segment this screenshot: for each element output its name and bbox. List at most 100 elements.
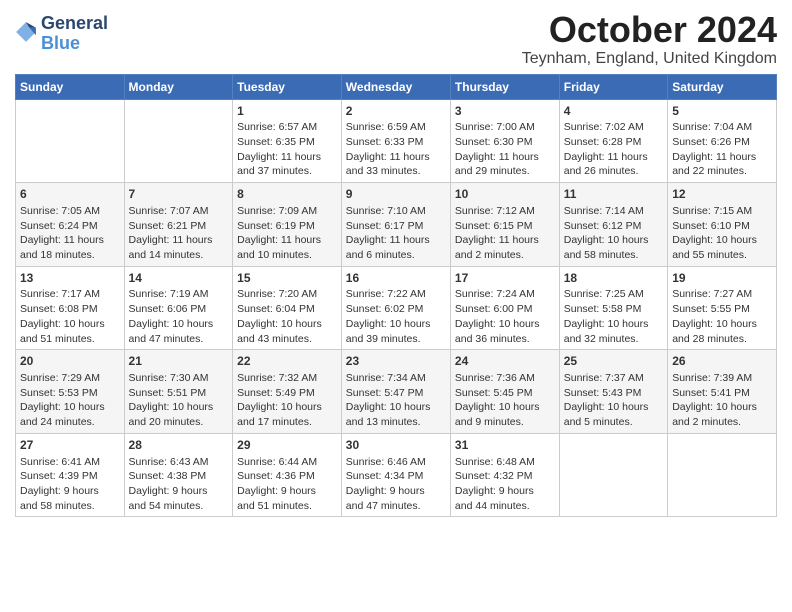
cell-content: Sunrise: 7:19 AM Sunset: 6:06 PM Dayligh… (129, 287, 229, 346)
calendar-cell: 6Sunrise: 7:05 AM Sunset: 6:24 PM Daylig… (16, 183, 125, 267)
calendar-cell: 4Sunrise: 7:02 AM Sunset: 6:28 PM Daylig… (559, 99, 667, 183)
cell-content: Sunrise: 7:07 AM Sunset: 6:21 PM Dayligh… (129, 204, 229, 263)
calendar-cell: 3Sunrise: 7:00 AM Sunset: 6:30 PM Daylig… (450, 99, 559, 183)
week-row-1: 6Sunrise: 7:05 AM Sunset: 6:24 PM Daylig… (16, 183, 777, 267)
cell-content: Sunrise: 7:04 AM Sunset: 6:26 PM Dayligh… (672, 120, 772, 179)
day-of-week-tuesday: Tuesday (233, 74, 342, 99)
day-number: 20 (20, 353, 120, 370)
cell-content: Sunrise: 7:37 AM Sunset: 5:43 PM Dayligh… (564, 371, 663, 430)
calendar-cell: 8Sunrise: 7:09 AM Sunset: 6:19 PM Daylig… (233, 183, 342, 267)
week-row-2: 13Sunrise: 7:17 AM Sunset: 6:08 PM Dayli… (16, 266, 777, 350)
calendar-cell: 29Sunrise: 6:44 AM Sunset: 4:36 PM Dayli… (233, 433, 342, 517)
calendar-cell: 14Sunrise: 7:19 AM Sunset: 6:06 PM Dayli… (124, 266, 233, 350)
calendar-cell: 28Sunrise: 6:43 AM Sunset: 4:38 PM Dayli… (124, 433, 233, 517)
calendar-cell (559, 433, 667, 517)
cell-content: Sunrise: 7:30 AM Sunset: 5:51 PM Dayligh… (129, 371, 229, 430)
day-number: 19 (672, 270, 772, 287)
calendar-cell: 19Sunrise: 7:27 AM Sunset: 5:55 PM Dayli… (668, 266, 777, 350)
calendar-cell: 7Sunrise: 7:07 AM Sunset: 6:21 PM Daylig… (124, 183, 233, 267)
calendar-cell: 18Sunrise: 7:25 AM Sunset: 5:58 PM Dayli… (559, 266, 667, 350)
day-number: 23 (346, 353, 446, 370)
calendar-cell: 27Sunrise: 6:41 AM Sunset: 4:39 PM Dayli… (16, 433, 125, 517)
day-number: 3 (455, 103, 555, 120)
week-row-3: 20Sunrise: 7:29 AM Sunset: 5:53 PM Dayli… (16, 350, 777, 434)
day-of-week-wednesday: Wednesday (341, 74, 450, 99)
cell-content: Sunrise: 7:20 AM Sunset: 6:04 PM Dayligh… (237, 287, 337, 346)
cell-content: Sunrise: 6:48 AM Sunset: 4:32 PM Dayligh… (455, 455, 555, 514)
cell-content: Sunrise: 6:44 AM Sunset: 4:36 PM Dayligh… (237, 455, 337, 514)
month-title: October 2024 (522, 10, 777, 50)
day-number: 26 (672, 353, 772, 370)
day-of-week-monday: Monday (124, 74, 233, 99)
cell-content: Sunrise: 7:27 AM Sunset: 5:55 PM Dayligh… (672, 287, 772, 346)
cell-content: Sunrise: 7:15 AM Sunset: 6:10 PM Dayligh… (672, 204, 772, 263)
day-number: 28 (129, 437, 229, 454)
cell-content: Sunrise: 6:59 AM Sunset: 6:33 PM Dayligh… (346, 120, 446, 179)
calendar-cell: 9Sunrise: 7:10 AM Sunset: 6:17 PM Daylig… (341, 183, 450, 267)
day-number: 22 (237, 353, 337, 370)
week-row-0: 1Sunrise: 6:57 AM Sunset: 6:35 PM Daylig… (16, 99, 777, 183)
calendar-cell: 23Sunrise: 7:34 AM Sunset: 5:47 PM Dayli… (341, 350, 450, 434)
calendar-cell: 16Sunrise: 7:22 AM Sunset: 6:02 PM Dayli… (341, 266, 450, 350)
cell-content: Sunrise: 7:36 AM Sunset: 5:45 PM Dayligh… (455, 371, 555, 430)
day-number: 25 (564, 353, 663, 370)
calendar-body: 1Sunrise: 6:57 AM Sunset: 6:35 PM Daylig… (16, 99, 777, 517)
day-number: 29 (237, 437, 337, 454)
logo-blue: Blue (41, 34, 108, 54)
logo-icon (15, 21, 37, 43)
cell-content: Sunrise: 7:34 AM Sunset: 5:47 PM Dayligh… (346, 371, 446, 430)
day-number: 6 (20, 186, 120, 203)
calendar-cell: 5Sunrise: 7:04 AM Sunset: 6:26 PM Daylig… (668, 99, 777, 183)
day-number: 2 (346, 103, 446, 120)
calendar-cell (16, 99, 125, 183)
day-number: 7 (129, 186, 229, 203)
day-of-week-thursday: Thursday (450, 74, 559, 99)
calendar-cell: 30Sunrise: 6:46 AM Sunset: 4:34 PM Dayli… (341, 433, 450, 517)
location-title: Teynham, England, United Kingdom (522, 50, 777, 68)
calendar-cell: 24Sunrise: 7:36 AM Sunset: 5:45 PM Dayli… (450, 350, 559, 434)
days-of-week-row: SundayMondayTuesdayWednesdayThursdayFrid… (16, 74, 777, 99)
day-of-week-friday: Friday (559, 74, 667, 99)
calendar-header: SundayMondayTuesdayWednesdayThursdayFrid… (16, 74, 777, 99)
calendar-cell: 31Sunrise: 6:48 AM Sunset: 4:32 PM Dayli… (450, 433, 559, 517)
calendar-cell: 2Sunrise: 6:59 AM Sunset: 6:33 PM Daylig… (341, 99, 450, 183)
calendar-cell: 17Sunrise: 7:24 AM Sunset: 6:00 PM Dayli… (450, 266, 559, 350)
day-number: 4 (564, 103, 663, 120)
day-number: 16 (346, 270, 446, 287)
day-number: 24 (455, 353, 555, 370)
day-number: 10 (455, 186, 555, 203)
cell-content: Sunrise: 7:14 AM Sunset: 6:12 PM Dayligh… (564, 204, 663, 263)
title-area: October 2024 Teynham, England, United Ki… (522, 10, 777, 68)
calendar-cell: 21Sunrise: 7:30 AM Sunset: 5:51 PM Dayli… (124, 350, 233, 434)
day-number: 14 (129, 270, 229, 287)
cell-content: Sunrise: 6:43 AM Sunset: 4:38 PM Dayligh… (129, 455, 229, 514)
week-row-4: 27Sunrise: 6:41 AM Sunset: 4:39 PM Dayli… (16, 433, 777, 517)
cell-content: Sunrise: 7:22 AM Sunset: 6:02 PM Dayligh… (346, 287, 446, 346)
header: General Blue October 2024 Teynham, Engla… (15, 10, 777, 68)
logo: General Blue (15, 14, 108, 54)
calendar-cell: 15Sunrise: 7:20 AM Sunset: 6:04 PM Dayli… (233, 266, 342, 350)
calendar-cell: 20Sunrise: 7:29 AM Sunset: 5:53 PM Dayli… (16, 350, 125, 434)
calendar-cell (124, 99, 233, 183)
logo-text: General Blue (41, 14, 108, 54)
calendar-cell: 22Sunrise: 7:32 AM Sunset: 5:49 PM Dayli… (233, 350, 342, 434)
cell-content: Sunrise: 7:02 AM Sunset: 6:28 PM Dayligh… (564, 120, 663, 179)
cell-content: Sunrise: 7:29 AM Sunset: 5:53 PM Dayligh… (20, 371, 120, 430)
cell-content: Sunrise: 7:12 AM Sunset: 6:15 PM Dayligh… (455, 204, 555, 263)
cell-content: Sunrise: 6:41 AM Sunset: 4:39 PM Dayligh… (20, 455, 120, 514)
cell-content: Sunrise: 6:57 AM Sunset: 6:35 PM Dayligh… (237, 120, 337, 179)
calendar-cell: 10Sunrise: 7:12 AM Sunset: 6:15 PM Dayli… (450, 183, 559, 267)
day-number: 27 (20, 437, 120, 454)
cell-content: Sunrise: 7:09 AM Sunset: 6:19 PM Dayligh… (237, 204, 337, 263)
day-number: 30 (346, 437, 446, 454)
day-number: 18 (564, 270, 663, 287)
cell-content: Sunrise: 7:17 AM Sunset: 6:08 PM Dayligh… (20, 287, 120, 346)
cell-content: Sunrise: 6:46 AM Sunset: 4:34 PM Dayligh… (346, 455, 446, 514)
cell-content: Sunrise: 7:00 AM Sunset: 6:30 PM Dayligh… (455, 120, 555, 179)
day-number: 1 (237, 103, 337, 120)
cell-content: Sunrise: 7:39 AM Sunset: 5:41 PM Dayligh… (672, 371, 772, 430)
calendar-cell: 11Sunrise: 7:14 AM Sunset: 6:12 PM Dayli… (559, 183, 667, 267)
cell-content: Sunrise: 7:10 AM Sunset: 6:17 PM Dayligh… (346, 204, 446, 263)
logo-general: General (41, 14, 108, 34)
calendar-cell: 25Sunrise: 7:37 AM Sunset: 5:43 PM Dayli… (559, 350, 667, 434)
